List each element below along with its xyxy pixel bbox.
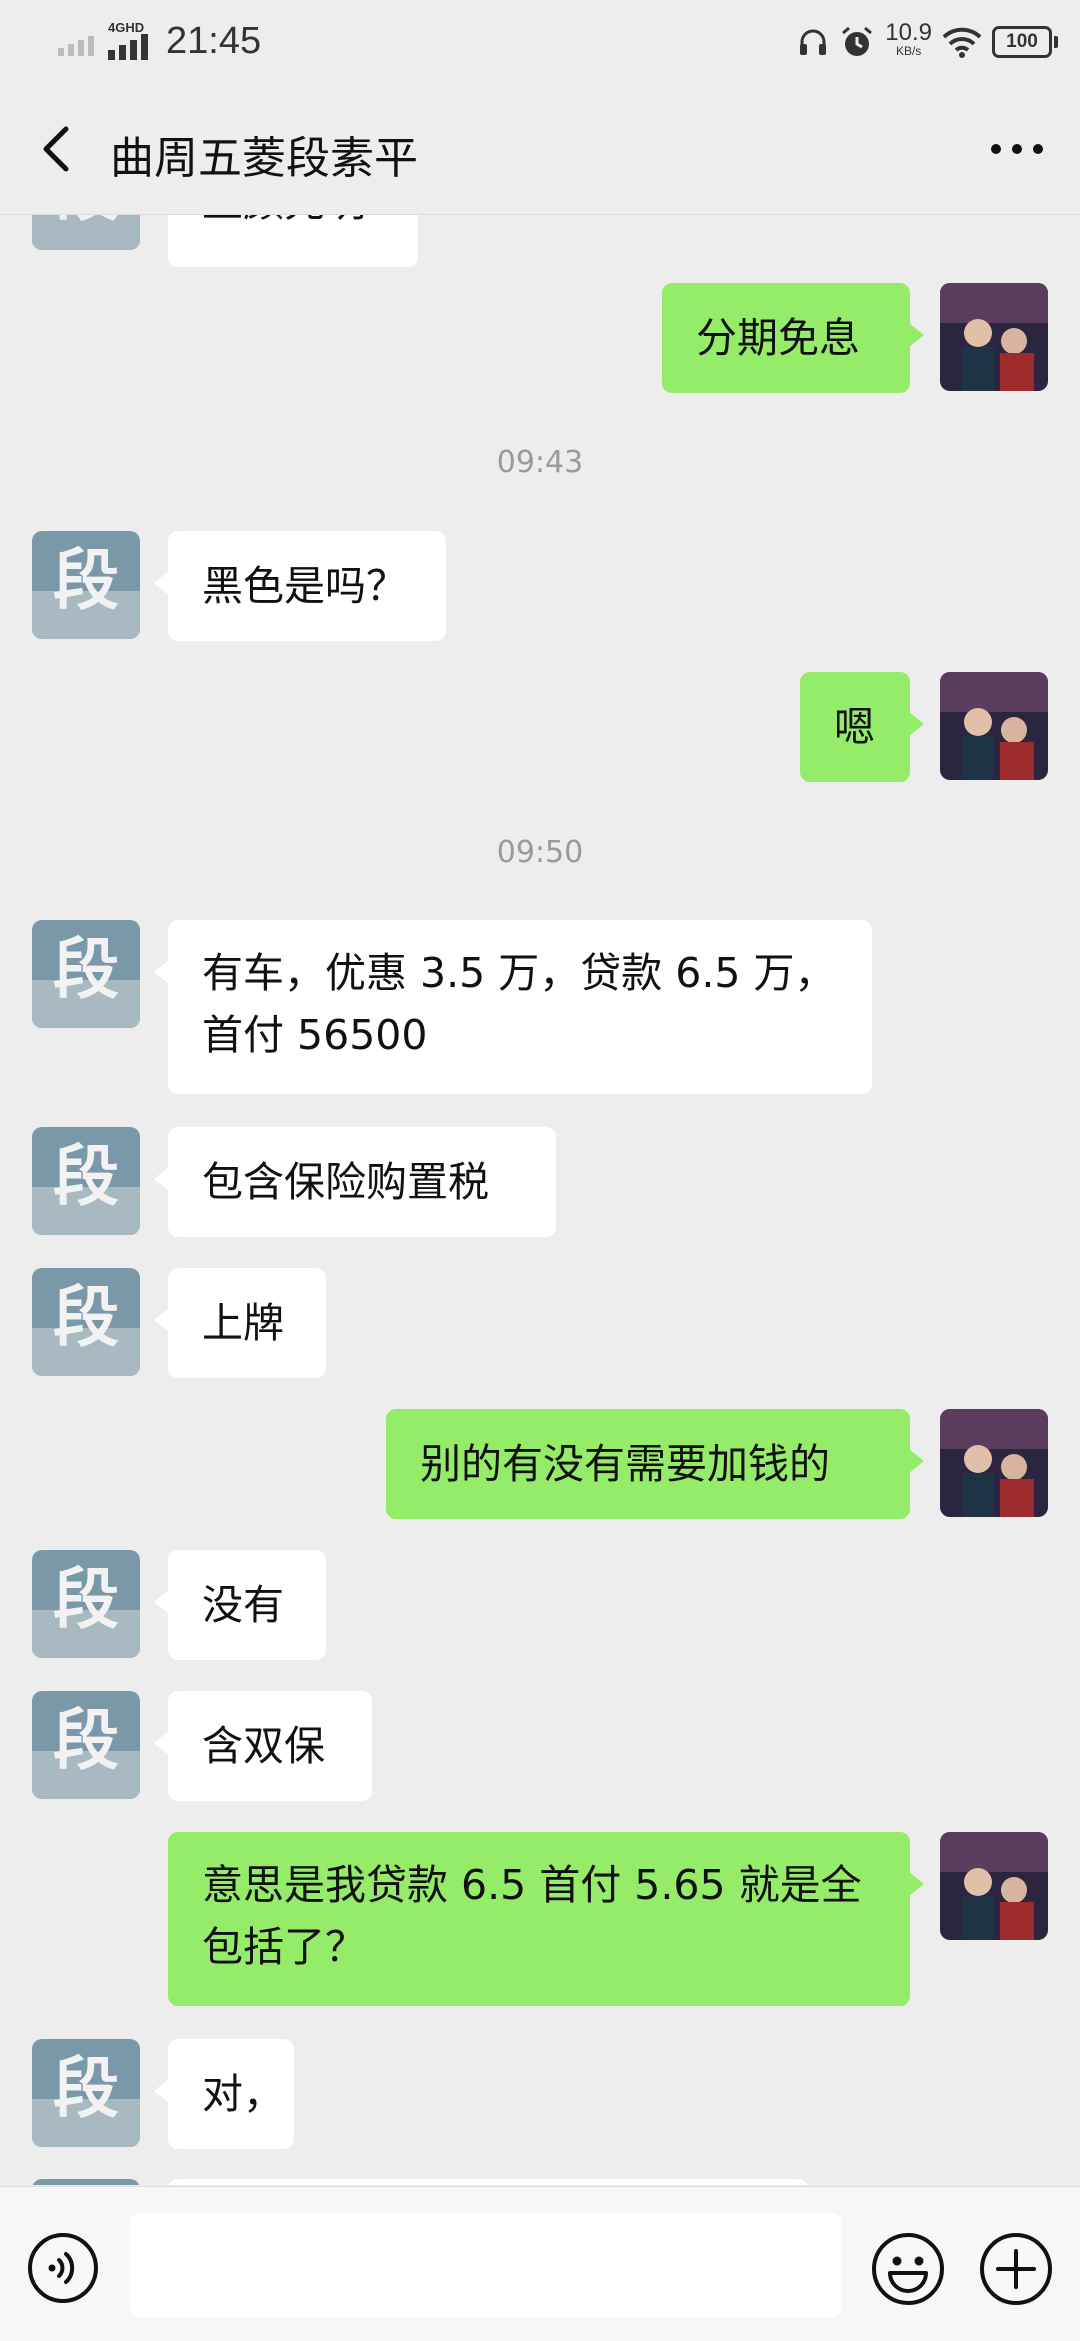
message-bubble-me[interactable]: 别的有没有需要加钱的	[386, 1409, 924, 1519]
my-avatar-image	[940, 1832, 1048, 1940]
contact-avatar[interactable]: 段	[32, 1127, 140, 1235]
contact-avatar[interactable]: 段	[32, 215, 140, 250]
message-text: 有车，优惠 3.5 万，贷款 6.5 万，首付 56500	[202, 949, 836, 1059]
message-bubble-contact[interactable]: 黑色是吗？	[154, 531, 446, 641]
input-bar	[0, 2186, 1080, 2341]
chat-header: 曲周五菱段素平	[0, 84, 1080, 215]
network-type: 4GHD	[108, 20, 152, 60]
my-avatar[interactable]	[940, 672, 1048, 780]
headphones-icon	[800, 29, 827, 55]
network-speed: 10.9 KB/s	[885, 19, 932, 60]
wifi-icon	[942, 27, 982, 58]
contact-avatar-image	[32, 2179, 140, 2185]
contact-avatar[interactable]: 段	[32, 531, 140, 639]
message-input[interactable]	[130, 2213, 842, 2317]
network-type-label: 4GHD	[108, 20, 145, 35]
message-bubble-me[interactable]: 意思是我贷款 6.5 首付 5.65 就是全包括了？	[168, 1832, 924, 2006]
plus-icon[interactable]	[978, 2231, 1054, 2307]
contact-avatar-image: 段	[32, 1127, 140, 1235]
svg-text:段: 段	[53, 1138, 119, 1215]
message-bubble-contact[interactable]: 包含保险购置税	[154, 1127, 556, 1237]
message-text: 上颜先明	[202, 215, 366, 226]
timestamp: 09:50	[496, 835, 584, 870]
svg-text:段: 段	[53, 542, 119, 619]
timestamp: 09:43	[496, 445, 584, 480]
contact-avatar-image: 段	[32, 920, 140, 1028]
my-avatar[interactable]	[940, 283, 1048, 391]
more-dots-icon[interactable]	[982, 124, 1052, 174]
chevron-left-icon[interactable]	[30, 119, 90, 179]
clock-time: 21:45	[166, 20, 262, 62]
svg-text:段: 段	[53, 2050, 119, 2127]
signal-weak-icon	[58, 36, 94, 56]
message-text: 含双保	[202, 1722, 325, 1770]
status-right: 10.9 KB/s 100	[797, 18, 1058, 66]
message-bubble-me[interactable]: 嗯	[800, 672, 924, 782]
message-text: 分期免息	[696, 314, 860, 362]
message-text: 没有	[202, 1581, 284, 1629]
message-bubble-contact[interactable]: 对，	[154, 2039, 294, 2149]
message-bubble-me[interactable]: 分期免息	[662, 283, 924, 393]
message-text: 意思是我贷款 6.5 首付 5.65 就是全包括了？	[202, 1861, 862, 1971]
message-text: 别的有没有需要加钱的	[420, 1440, 830, 1488]
chat-title: 曲周五菱段素平	[110, 133, 418, 184]
alarm-icon	[842, 26, 873, 56]
message-bubble-contact[interactable]: 有车，优惠 3.5 万，贷款 6.5 万，首付 56500	[154, 920, 872, 1094]
my-avatar-image	[940, 1409, 1048, 1517]
network-speed-value: 10.9	[885, 19, 932, 46]
svg-text:段: 段	[53, 931, 119, 1008]
message-text: 黑色是吗？	[202, 562, 407, 610]
my-avatar-image	[940, 283, 1048, 391]
contact-avatar-image: 段	[32, 1550, 140, 1658]
message-text: 对，	[202, 2070, 284, 2118]
contact-avatar[interactable]: 段	[32, 1550, 140, 1658]
my-avatar[interactable]	[940, 1832, 1048, 1940]
contact-avatar-image: 段	[32, 1268, 140, 1376]
contact-avatar[interactable]: 段	[32, 1691, 140, 1799]
message-bubble-contact[interactable]: 含双保	[154, 1691, 372, 1801]
message-text: 上牌	[202, 1299, 284, 1347]
svg-text:段: 段	[53, 215, 119, 230]
contact-avatar[interactable]: 段	[32, 1268, 140, 1376]
message-list[interactable]: 段 上颜先明 分期免息 09:43 段 黑色是吗？ 嗯	[0, 215, 1080, 2185]
signal-strong-icon	[108, 34, 148, 60]
voice-icon[interactable]	[26, 2231, 100, 2305]
contact-avatar-image: 段	[32, 531, 140, 639]
svg-text:段: 段	[53, 1702, 119, 1779]
contact-avatar[interactable]	[32, 2179, 140, 2185]
message-bubble-contact[interactable]: 上牌	[154, 1268, 326, 1378]
message-text: 包含保险购置税	[202, 1158, 489, 1206]
contact-avatar[interactable]: 段	[32, 920, 140, 1028]
message-text: 嗯	[834, 703, 875, 751]
contact-avatar-image: 段	[32, 1691, 140, 1799]
my-avatar[interactable]	[940, 1409, 1048, 1517]
message-bubble-contact[interactable]	[168, 2179, 808, 2185]
battery-indicator: 100	[992, 26, 1058, 58]
my-avatar-image	[940, 672, 1048, 780]
emoji-icon[interactable]	[870, 2231, 946, 2307]
svg-text:段: 段	[53, 1279, 119, 1356]
message-bubble-contact[interactable]: 上颜先明	[168, 215, 418, 267]
status-bar: 4GHD 21:45 10.9 KB/s 100	[0, 0, 1080, 84]
svg-text:段: 段	[53, 1561, 119, 1638]
contact-avatar[interactable]: 段	[32, 2039, 140, 2147]
contact-avatar-image: 段	[32, 215, 140, 250]
message-bubble-contact[interactable]: 没有	[154, 1550, 326, 1660]
contact-avatar-image: 段	[32, 2039, 140, 2147]
